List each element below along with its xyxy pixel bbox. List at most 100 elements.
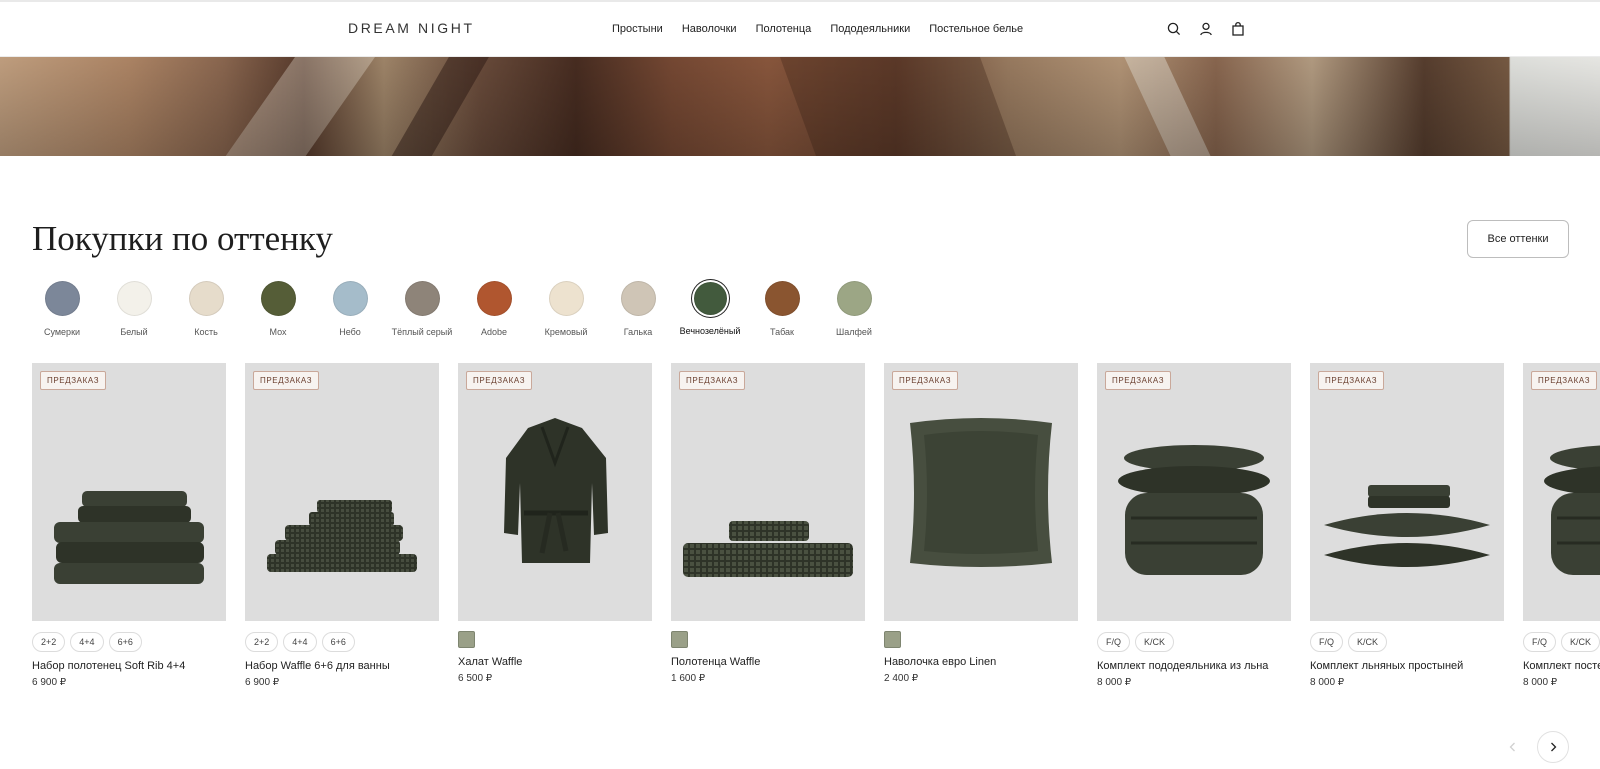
product-price: 6 500 ₽	[458, 673, 493, 684]
swatch-color	[620, 281, 656, 316]
nav-item-pillowcases[interactable]: Наволочки	[682, 23, 737, 35]
shade-swatch[interactable]: Галька	[602, 281, 674, 337]
variant-chip[interactable]: K/CK	[1135, 632, 1175, 652]
product-name[interactable]: Набор Waffle 6+6 для ванны	[245, 659, 439, 674]
shade-swatch[interactable]: Вечнозелёный	[674, 281, 746, 337]
product-name[interactable]: Комплект постельного белья из льна	[1523, 659, 1600, 674]
product-card[interactable]: ПРЕДЗАКАЗ Наволочка евро Linen 2 400 ₽	[884, 363, 1078, 684]
main-nav: Простыни Наволочки Полотенца Пододеяльни…	[612, 23, 1023, 35]
hero-banner-image	[0, 57, 1600, 156]
swatch-color	[116, 281, 152, 316]
product-name[interactable]: Полотенца Waffle	[671, 655, 865, 670]
swatch-color	[404, 281, 440, 316]
swatch-color	[476, 281, 512, 316]
product-name[interactable]: Наволочка евро Linen	[884, 655, 1078, 670]
variant-options: 2+2 4+4 6+6	[32, 632, 226, 652]
product-card[interactable]: ПРЕДЗАКАЗ Полотенца Waffle 1 600 ₽	[671, 363, 865, 684]
shade-swatch[interactable]: Небо	[314, 281, 386, 337]
product-card[interactable]: ПРЕДЗАКАЗ F/QK/CK Комплект постельного бел…	[1523, 363, 1600, 688]
variant-chip[interactable]: F/Q	[1097, 632, 1130, 652]
color-variant-chip[interactable]	[884, 631, 901, 648]
swatch-color	[260, 281, 296, 316]
variant-chip[interactable]: K/CK	[1561, 632, 1600, 652]
variant-chip[interactable]: F/Q	[1310, 632, 1343, 652]
product-name[interactable]: Набор полотенец Soft Rib 4+4	[32, 659, 226, 674]
nav-item-towels[interactable]: Полотенца	[756, 23, 812, 35]
variant-chip[interactable]: 6+6	[321, 632, 355, 652]
swatch-color	[764, 281, 800, 316]
product-name[interactable]: Комплект льняных простыней	[1310, 659, 1504, 674]
variant-chip[interactable]: 2+2	[32, 632, 66, 652]
shade-swatch[interactable]: Сумерки	[26, 281, 98, 337]
swatch-label: Белый	[120, 327, 148, 337]
swatch-color	[693, 282, 727, 315]
product-image[interactable]: ПРЕДЗАКАЗ	[1310, 363, 1504, 621]
site-header: DREAM NIGHT Простыни Наволочки Полотенца…	[0, 0, 1600, 57]
product-image[interactable]: ПРЕДЗАКАЗ	[884, 363, 1078, 621]
swatch-label: Вечнозелёный	[679, 326, 741, 336]
site-logo[interactable]: DREAM NIGHT	[348, 20, 475, 36]
product-image[interactable]: ПРЕДЗАКАЗ	[1097, 363, 1291, 621]
color-variant-chip[interactable]	[458, 631, 475, 648]
shade-swatch[interactable]: Шалфей	[818, 281, 890, 337]
product-card[interactable]: ПРЕДЗАКАЗ 2+2 4+4 6+6 Набор полотенец Soft R…	[32, 363, 226, 688]
product-card[interactable]: ПРЕДЗАКАЗ F/Q K/CK Комплект пододеяльника и…	[1097, 363, 1291, 688]
shade-swatch[interactable]: Белый	[98, 281, 170, 337]
shade-swatch[interactable]: Табак	[746, 281, 818, 337]
variant-chip[interactable]: 6+6	[108, 632, 142, 652]
color-variant-chip[interactable]	[671, 631, 688, 648]
variant-chip[interactable]: K/CK	[1348, 632, 1388, 652]
product-image[interactable]: ПРЕДЗАКАЗ	[32, 363, 226, 621]
product-card[interactable]: ПРЕДЗАКАЗ 2+2 4+4 6+6 Набор Waffle 6+6 для в…	[245, 363, 439, 688]
swatch-color	[44, 281, 80, 316]
section-title: Покупки по оттенку	[32, 219, 333, 258]
shade-swatch[interactable]: Кремовый	[530, 281, 602, 337]
nav-item-bedding[interactable]: Постельное белье	[929, 23, 1023, 35]
nav-item-sheets[interactable]: Простыни	[612, 23, 663, 35]
nav-item-duvet-covers[interactable]: Пододеяльники	[830, 23, 910, 35]
swatch-color	[188, 281, 224, 316]
product-card[interactable]: ПРЕДЗАКАЗ F/Q K/CK Комплект льняных простын…	[1310, 363, 1504, 688]
carousel-prev-button[interactable]	[1497, 731, 1529, 763]
product-image[interactable]: ПРЕДЗАКАЗ	[458, 363, 652, 621]
product-image[interactable]: ПРЕДЗАКАЗ	[1523, 363, 1600, 621]
swatch-color	[332, 281, 368, 316]
product-price: 8 000 ₽	[1310, 677, 1345, 688]
carousel-next-button[interactable]	[1537, 731, 1569, 763]
product-price: 6 900 ₽	[245, 677, 280, 688]
product-price: 8 000 ₽	[1097, 677, 1132, 688]
account-icon[interactable]	[1198, 21, 1214, 37]
preorder-badge: ПРЕДЗАКАЗ	[1531, 371, 1598, 390]
swatch-label: Кость	[194, 327, 218, 337]
product-price: 8 000 ₽	[1523, 677, 1558, 688]
preorder-badge: ПРЕДЗАКАЗ	[466, 371, 533, 390]
shade-swatch[interactable]: Adobe	[458, 281, 530, 337]
product-name[interactable]: Комплект пододеяльника из льна	[1097, 659, 1291, 674]
variant-options	[458, 631, 652, 648]
product-name[interactable]: Халат Waffle	[458, 655, 652, 670]
swatch-label: Шалфей	[836, 327, 872, 337]
variant-options	[884, 631, 1078, 648]
product-card[interactable]: ПРЕДЗАКАЗ Халат Waffle 6 500 ₽	[458, 363, 652, 684]
swatch-label: Тёплый серый	[391, 327, 453, 337]
shade-swatch[interactable]: Тёплый серый	[386, 281, 458, 337]
preorder-badge: ПРЕДЗАКАЗ	[253, 371, 320, 390]
variant-chip[interactable]: 2+2	[245, 632, 279, 652]
variant-chip[interactable]: F/Q	[1523, 632, 1556, 652]
shade-swatch[interactable]: Кость	[170, 281, 242, 337]
product-image[interactable]: ПРЕДЗАКАЗ	[245, 363, 439, 621]
product-price: 6 900 ₽	[32, 677, 67, 688]
variant-chip[interactable]: 4+4	[70, 632, 104, 652]
search-icon[interactable]	[1166, 21, 1182, 37]
swatch-label: Adobe	[480, 327, 508, 337]
variant-options: 2+2 4+4 6+6	[245, 632, 439, 652]
header-actions	[1166, 21, 1246, 37]
shade-swatch[interactable]: Мох	[242, 281, 314, 337]
product-price: 2 400 ₽	[884, 673, 919, 684]
product-image[interactable]: ПРЕДЗАКАЗ	[671, 363, 865, 621]
swatch-color	[548, 281, 584, 316]
bag-icon[interactable]	[1230, 21, 1246, 37]
variant-chip[interactable]: 4+4	[283, 632, 317, 652]
variant-options	[671, 631, 865, 648]
all-shades-button[interactable]: Все оттенки	[1467, 220, 1569, 258]
